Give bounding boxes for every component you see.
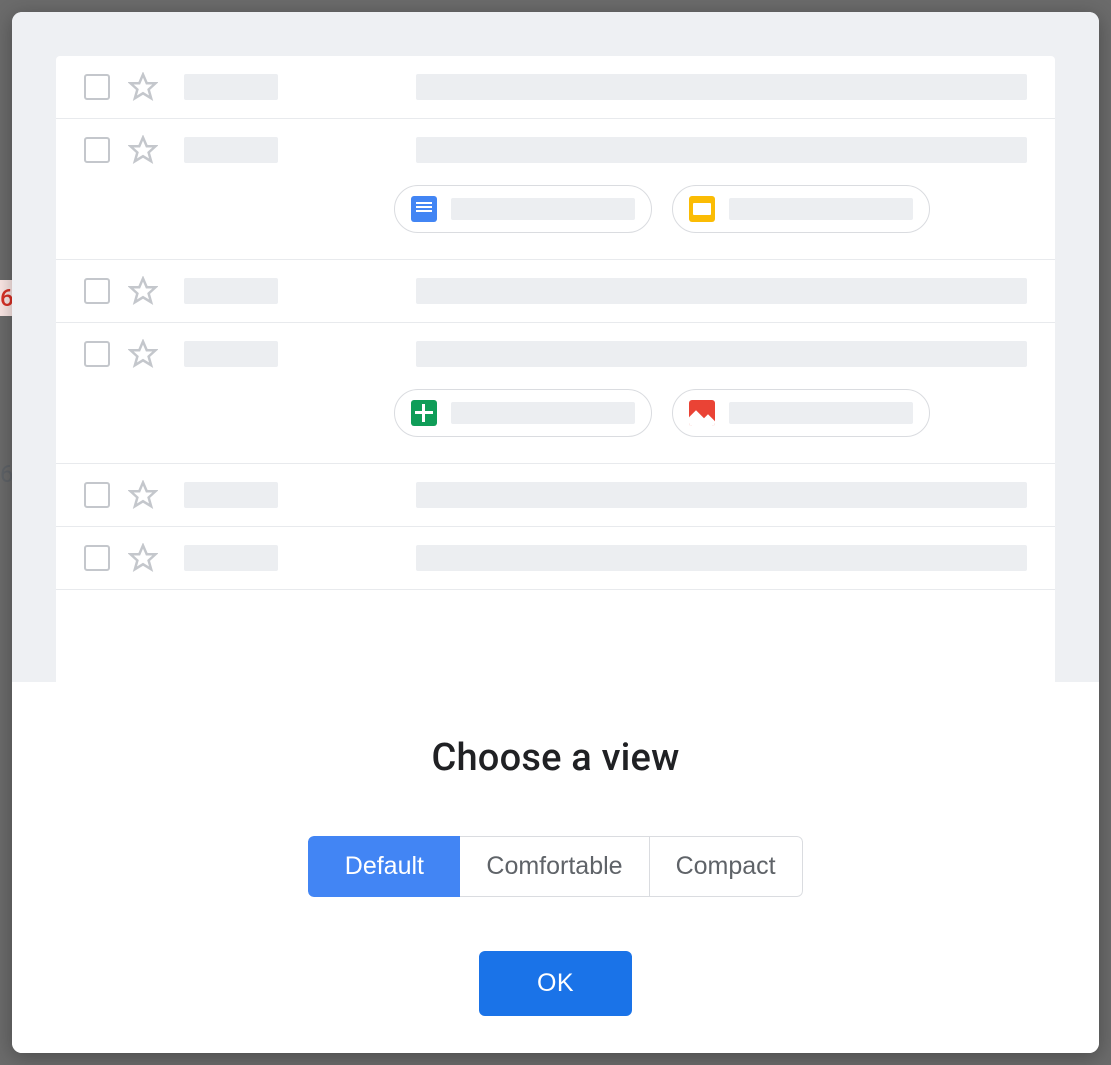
star-icon <box>128 135 158 165</box>
star-icon <box>128 480 158 510</box>
attachment-chips <box>394 389 1027 437</box>
star-icon <box>128 543 158 573</box>
choose-view-dialog: Choose a view Default Comfortable Compac… <box>12 12 1099 1053</box>
sender-placeholder <box>184 482 278 508</box>
sender-placeholder <box>184 545 278 571</box>
ok-button[interactable]: OK <box>479 951 632 1016</box>
subject-placeholder <box>416 278 1027 304</box>
checkbox-icon <box>84 278 110 304</box>
preview-row <box>56 527 1055 590</box>
view-density-options: Default Comfortable Compact <box>308 836 802 897</box>
subject-placeholder <box>416 341 1027 367</box>
star-icon <box>128 276 158 306</box>
preview-message-list <box>56 56 1055 682</box>
subject-placeholder <box>416 137 1027 163</box>
attachment-chip <box>394 185 652 233</box>
image-icon <box>689 400 715 426</box>
option-compact[interactable]: Compact <box>650 836 803 897</box>
attachment-chip <box>672 389 930 437</box>
option-default[interactable]: Default <box>308 836 460 897</box>
attachment-name-placeholder <box>451 402 635 424</box>
sender-placeholder <box>184 341 278 367</box>
dialog-controls: Choose a view Default Comfortable Compac… <box>12 682 1099 1053</box>
attachment-chip <box>394 389 652 437</box>
preview-row <box>56 260 1055 323</box>
dialog-title: Choose a view <box>431 736 679 780</box>
star-icon <box>128 339 158 369</box>
sender-placeholder <box>184 278 278 304</box>
google-sheets-icon <box>411 400 437 426</box>
checkbox-icon <box>84 74 110 100</box>
option-comfortable[interactable]: Comfortable <box>460 836 649 897</box>
google-doc-icon <box>411 196 437 222</box>
subject-placeholder <box>416 482 1027 508</box>
attachment-chips <box>394 185 1027 233</box>
preview-row <box>56 323 1055 464</box>
subject-placeholder <box>416 545 1027 571</box>
subject-placeholder <box>416 74 1027 100</box>
attachment-name-placeholder <box>729 198 913 220</box>
preview-row <box>56 56 1055 119</box>
star-icon <box>128 72 158 102</box>
checkbox-icon <box>84 545 110 571</box>
checkbox-icon <box>84 137 110 163</box>
preview-row <box>56 464 1055 527</box>
attachment-name-placeholder <box>451 198 635 220</box>
checkbox-icon <box>84 482 110 508</box>
google-slides-icon <box>689 196 715 222</box>
sender-placeholder <box>184 137 278 163</box>
checkbox-icon <box>84 341 110 367</box>
attachment-name-placeholder <box>729 402 913 424</box>
sender-placeholder <box>184 74 278 100</box>
density-preview <box>12 12 1099 682</box>
preview-row <box>56 119 1055 260</box>
attachment-chip <box>672 185 930 233</box>
